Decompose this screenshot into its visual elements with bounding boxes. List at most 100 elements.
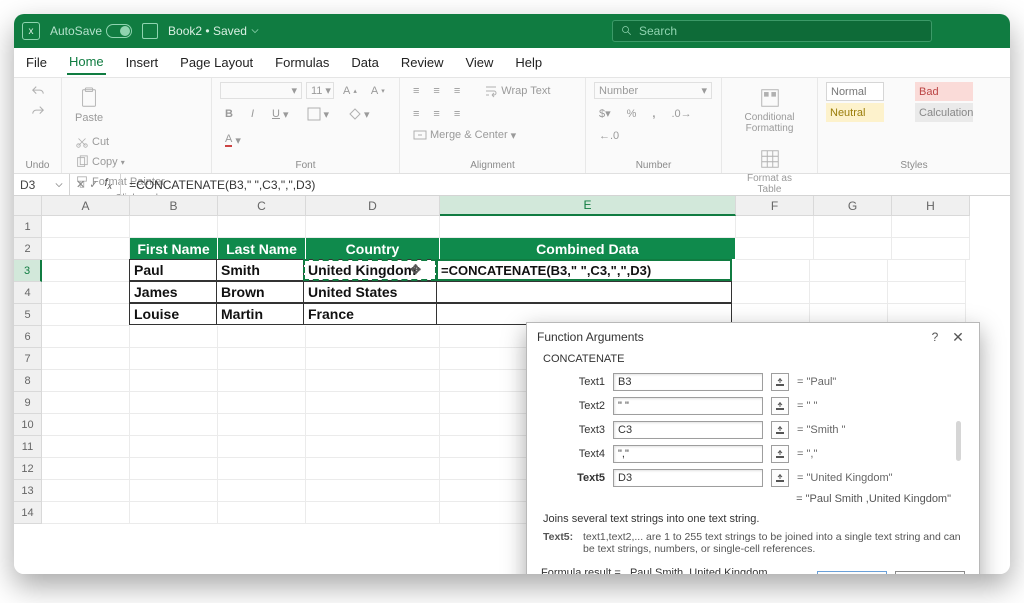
cell-B9[interactable] xyxy=(130,392,218,414)
cell-D12[interactable] xyxy=(306,458,440,480)
align-right-button[interactable]: ≡ xyxy=(449,106,465,122)
cell-A9[interactable] xyxy=(42,392,130,414)
cell-F4[interactable] xyxy=(732,282,810,304)
cell-D3[interactable]: United Kingdom✥ xyxy=(303,259,437,281)
row-header-8[interactable]: 8 xyxy=(14,370,42,392)
menu-insert[interactable]: Insert xyxy=(124,51,161,74)
undo-button[interactable] xyxy=(26,82,50,100)
align-middle-button[interactable]: ≡ xyxy=(428,83,444,99)
cell-B5[interactable]: Louise xyxy=(129,303,217,325)
arg-input-3[interactable]: C3 xyxy=(613,421,763,439)
number-format-select[interactable]: Number▾ xyxy=(594,82,712,99)
cell-C8[interactable] xyxy=(218,370,306,392)
cell-A7[interactable] xyxy=(42,348,130,370)
cell-A13[interactable] xyxy=(42,480,130,502)
cell-D10[interactable] xyxy=(306,414,440,436)
formula-input[interactable]: =CONCATENATE(B3," ",C3,",",D3) xyxy=(121,178,1010,192)
cell-B6[interactable] xyxy=(130,326,218,348)
cell-B11[interactable] xyxy=(130,436,218,458)
collapse-dialog-icon[interactable] xyxy=(771,373,789,391)
cell-D8[interactable] xyxy=(306,370,440,392)
cell-C1[interactable] xyxy=(218,216,306,238)
col-header-F[interactable]: F xyxy=(736,196,814,216)
font-color-button[interactable]: A▾ xyxy=(220,131,246,149)
cell-A14[interactable] xyxy=(42,502,130,524)
cell-B8[interactable] xyxy=(130,370,218,392)
cell-A6[interactable] xyxy=(42,326,130,348)
cell-G3[interactable] xyxy=(810,260,888,282)
menu-home[interactable]: Home xyxy=(67,50,106,75)
name-box[interactable]: D3 xyxy=(14,174,70,195)
cut-button[interactable]: Cut xyxy=(70,133,170,151)
cancel-button[interactable]: Cancel xyxy=(895,571,965,574)
cell-C7[interactable] xyxy=(218,348,306,370)
file-name[interactable]: Book2 • Saved xyxy=(168,24,259,38)
row-header-14[interactable]: 14 xyxy=(14,502,42,524)
help-button[interactable]: ? xyxy=(927,330,943,344)
cell-H1[interactable] xyxy=(892,216,970,238)
align-center-button[interactable]: ≡ xyxy=(428,106,444,122)
row-header-12[interactable]: 12 xyxy=(14,458,42,480)
cell-C3[interactable]: Smith xyxy=(216,259,304,281)
cell-H2[interactable] xyxy=(892,238,970,260)
collapse-dialog-icon[interactable] xyxy=(771,445,789,463)
italic-button[interactable]: I xyxy=(246,106,259,122)
cell-B1[interactable] xyxy=(130,216,218,238)
bold-button[interactable]: B xyxy=(220,106,238,122)
toggle-switch-icon[interactable] xyxy=(106,24,132,38)
sheet-area[interactable]: ABCDEFGH 1234567891011121314 First NameL… xyxy=(14,196,1010,574)
cell-A1[interactable] xyxy=(42,216,130,238)
col-header-G[interactable]: G xyxy=(814,196,892,216)
row-header-1[interactable]: 1 xyxy=(14,216,42,238)
col-header-D[interactable]: D xyxy=(306,196,440,216)
cell-C5[interactable]: Martin xyxy=(216,303,304,325)
row-header-7[interactable]: 7 xyxy=(14,348,42,370)
col-header-E[interactable]: E xyxy=(440,196,736,216)
row-header-9[interactable]: 9 xyxy=(14,392,42,414)
col-header-H[interactable]: H xyxy=(892,196,970,216)
cell-A11[interactable] xyxy=(42,436,130,458)
cell-D7[interactable] xyxy=(306,348,440,370)
row-header-13[interactable]: 13 xyxy=(14,480,42,502)
cell-H3[interactable] xyxy=(888,260,966,282)
cell-E4[interactable] xyxy=(436,281,732,303)
cell-B7[interactable] xyxy=(130,348,218,370)
cell-D5[interactable]: France xyxy=(303,303,437,325)
cell-F3[interactable] xyxy=(732,260,810,282)
save-icon[interactable] xyxy=(142,23,158,39)
cell-F2[interactable] xyxy=(736,238,814,260)
copy-button[interactable]: Copy▾ xyxy=(70,153,170,171)
cell-B2[interactable]: First Name xyxy=(130,238,218,260)
cell-D14[interactable] xyxy=(306,502,440,524)
paste-button[interactable]: Paste xyxy=(70,82,108,129)
arg-input-5[interactable]: D3 xyxy=(613,469,763,487)
cell-E1[interactable] xyxy=(440,216,736,238)
comma-button[interactable]: , xyxy=(647,106,660,122)
row-header-11[interactable]: 11 xyxy=(14,436,42,458)
style-bad[interactable]: Bad xyxy=(915,82,973,101)
cell-A3[interactable] xyxy=(42,260,130,282)
cell-D9[interactable] xyxy=(306,392,440,414)
cell-D6[interactable] xyxy=(306,326,440,348)
cell-C9[interactable] xyxy=(218,392,306,414)
fill-color-button[interactable]: ▾ xyxy=(342,105,375,123)
cell-C14[interactable] xyxy=(218,502,306,524)
menu-formulas[interactable]: Formulas xyxy=(273,51,331,74)
style-neutral[interactable]: Neutral xyxy=(826,103,884,122)
row-header-4[interactable]: 4 xyxy=(14,282,42,304)
cell-D2[interactable]: Country xyxy=(306,238,440,260)
row-header-6[interactable]: 6 xyxy=(14,326,42,348)
cell-C10[interactable] xyxy=(218,414,306,436)
collapse-dialog-icon[interactable] xyxy=(771,469,789,487)
cell-H4[interactable] xyxy=(888,282,966,304)
cell-C13[interactable] xyxy=(218,480,306,502)
close-button[interactable]: ✕ xyxy=(947,329,969,346)
style-calculation[interactable]: Calculation xyxy=(915,103,973,122)
row-header-3[interactable]: 3 xyxy=(14,260,42,282)
collapse-dialog-icon[interactable] xyxy=(771,421,789,439)
cell-D11[interactable] xyxy=(306,436,440,458)
cell-C4[interactable]: Brown xyxy=(216,281,304,303)
cell-A4[interactable] xyxy=(42,282,130,304)
ok-button[interactable]: OK xyxy=(817,571,887,574)
arg-input-4[interactable]: "," xyxy=(613,445,763,463)
